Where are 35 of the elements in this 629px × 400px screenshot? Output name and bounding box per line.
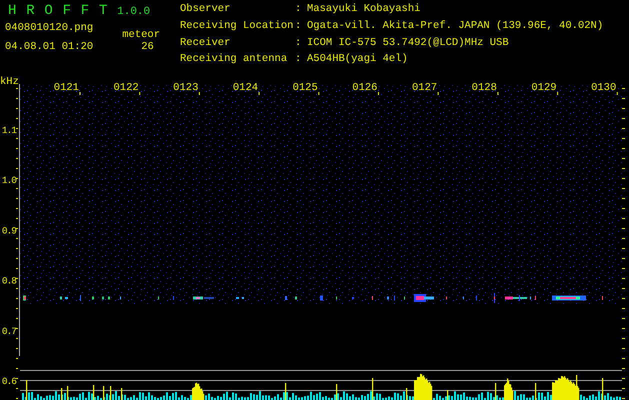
unit-label: kHz bbox=[0, 76, 19, 88]
file-name: 0408010120.png bbox=[5, 22, 94, 36]
frequency-label: 0.6 bbox=[2, 376, 16, 387]
frequency-label: 1.1 bbox=[2, 125, 16, 136]
date-time: 04.08.01 01:20 bbox=[5, 41, 94, 54]
app-logo: H R O F F T bbox=[8, 3, 108, 19]
info-separator: : bbox=[295, 20, 302, 34]
time-label: 0125 bbox=[292, 82, 318, 94]
time-label: 0122 bbox=[113, 82, 139, 94]
time-label: 0129 bbox=[531, 82, 557, 94]
info-value: Masayuki Kobayashi bbox=[307, 3, 422, 17]
info-value: Ogata-vill. Akita-Pref. JAPAN (139.96E, 40.02N) bbox=[307, 20, 604, 34]
meteor-count: 26 bbox=[141, 41, 154, 54]
frequency-label: 0.9 bbox=[2, 225, 16, 236]
time-label: 0123 bbox=[173, 82, 198, 94]
frequency-label: 0.8 bbox=[2, 276, 16, 287]
info-separator: : bbox=[295, 36, 302, 50]
meteor-label: meteor bbox=[122, 29, 160, 42]
time-label: 0126 bbox=[352, 82, 378, 94]
time-label: 0127 bbox=[412, 82, 438, 94]
info-separator: : bbox=[295, 3, 302, 17]
info-value: A504HB(yagi 4el) bbox=[307, 53, 409, 68]
time-label: 0130 bbox=[591, 82, 616, 94]
info-label: Receiving antenna bbox=[180, 53, 288, 68]
time-label: 0124 bbox=[232, 82, 258, 94]
app-version: 1.0.0 bbox=[117, 6, 150, 18]
time-label: 0121 bbox=[54, 82, 79, 94]
info-label: Receiving Location bbox=[180, 20, 294, 34]
info-value: ICOM IC-575 53.7492(@LCD)MHz USB bbox=[307, 36, 510, 50]
info-separator: : bbox=[295, 53, 302, 68]
time-label: 0128 bbox=[472, 82, 497, 94]
frequency-label: 1.0 bbox=[2, 175, 16, 186]
frequency-label: 0.7 bbox=[2, 326, 16, 337]
info-label: Observer bbox=[180, 3, 232, 17]
info-label: Receiver bbox=[180, 36, 232, 50]
